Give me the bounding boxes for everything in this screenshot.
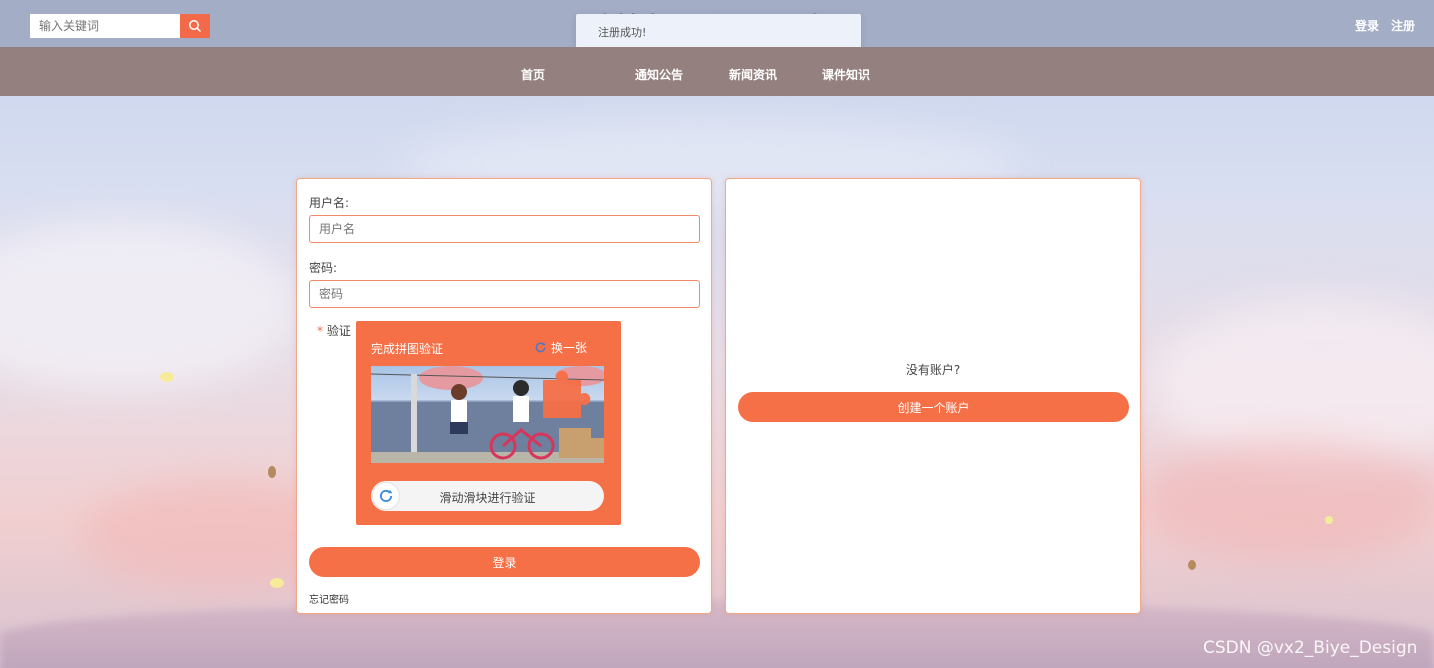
username-label: 用户名:	[309, 196, 350, 210]
captcha-refresh-button[interactable]: 换一张	[534, 339, 587, 356]
register-link[interactable]: 注册	[1391, 17, 1415, 34]
required-mark: *	[317, 324, 323, 338]
puzzle-captcha: 完成拼图验证 换一张 滑动滑块进行验证	[356, 321, 621, 525]
nav-item-notices[interactable]: 通知公告	[635, 66, 683, 83]
watermark: CSDN @vx2_Biye_Design	[1203, 638, 1418, 658]
background-petal	[1188, 560, 1196, 570]
toast-message: 注册成功!	[598, 26, 647, 39]
no-account-prompt: 没有账户?	[905, 363, 961, 377]
search-button[interactable]	[180, 14, 210, 38]
login-button[interactable]: 登录	[309, 547, 700, 577]
puzzle-illustration	[371, 366, 604, 463]
captcha-refresh-label: 换一张	[551, 341, 588, 355]
captcha-label: * 验证	[317, 322, 351, 339]
background-cloud	[0, 220, 300, 390]
password-input[interactable]	[309, 280, 700, 308]
success-toast: 注册成功!	[576, 14, 861, 48]
username-input[interactable]	[309, 215, 700, 243]
login-card: 用户名: 密码: * 验证 完成拼图验证 换一张	[296, 178, 712, 614]
background-petal	[1325, 516, 1333, 524]
captcha-slider-text: 滑动滑块进行验证	[439, 491, 536, 505]
background-petal	[268, 466, 276, 478]
captcha-label-text: 验证	[326, 324, 351, 338]
signup-card: 没有账户? 创建一个账户	[725, 178, 1141, 614]
captcha-puzzle-image	[371, 366, 604, 463]
background-cloud	[1140, 440, 1434, 560]
search-icon	[189, 20, 202, 33]
refresh-icon	[535, 342, 546, 353]
search-input[interactable]	[30, 14, 180, 38]
background-petal	[270, 578, 284, 588]
nav-item-courseware[interactable]: 课件知识	[822, 66, 870, 83]
background-petal	[160, 372, 174, 382]
nav-item-home[interactable]: 首页	[521, 66, 545, 83]
main-nav: 首页 通知公告 新闻资讯 课件知识	[0, 47, 1434, 96]
password-label: 密码:	[309, 261, 338, 275]
login-link[interactable]: 登录	[1355, 17, 1379, 34]
nav-item-news[interactable]: 新闻资讯	[729, 66, 777, 83]
create-account-button[interactable]: 创建一个账户	[738, 392, 1129, 422]
captcha-slider-track[interactable]: 滑动滑块进行验证	[371, 481, 604, 511]
forgot-password-link[interactable]: 忘记密码	[309, 591, 349, 606]
captcha-title: 完成拼图验证	[371, 342, 444, 356]
